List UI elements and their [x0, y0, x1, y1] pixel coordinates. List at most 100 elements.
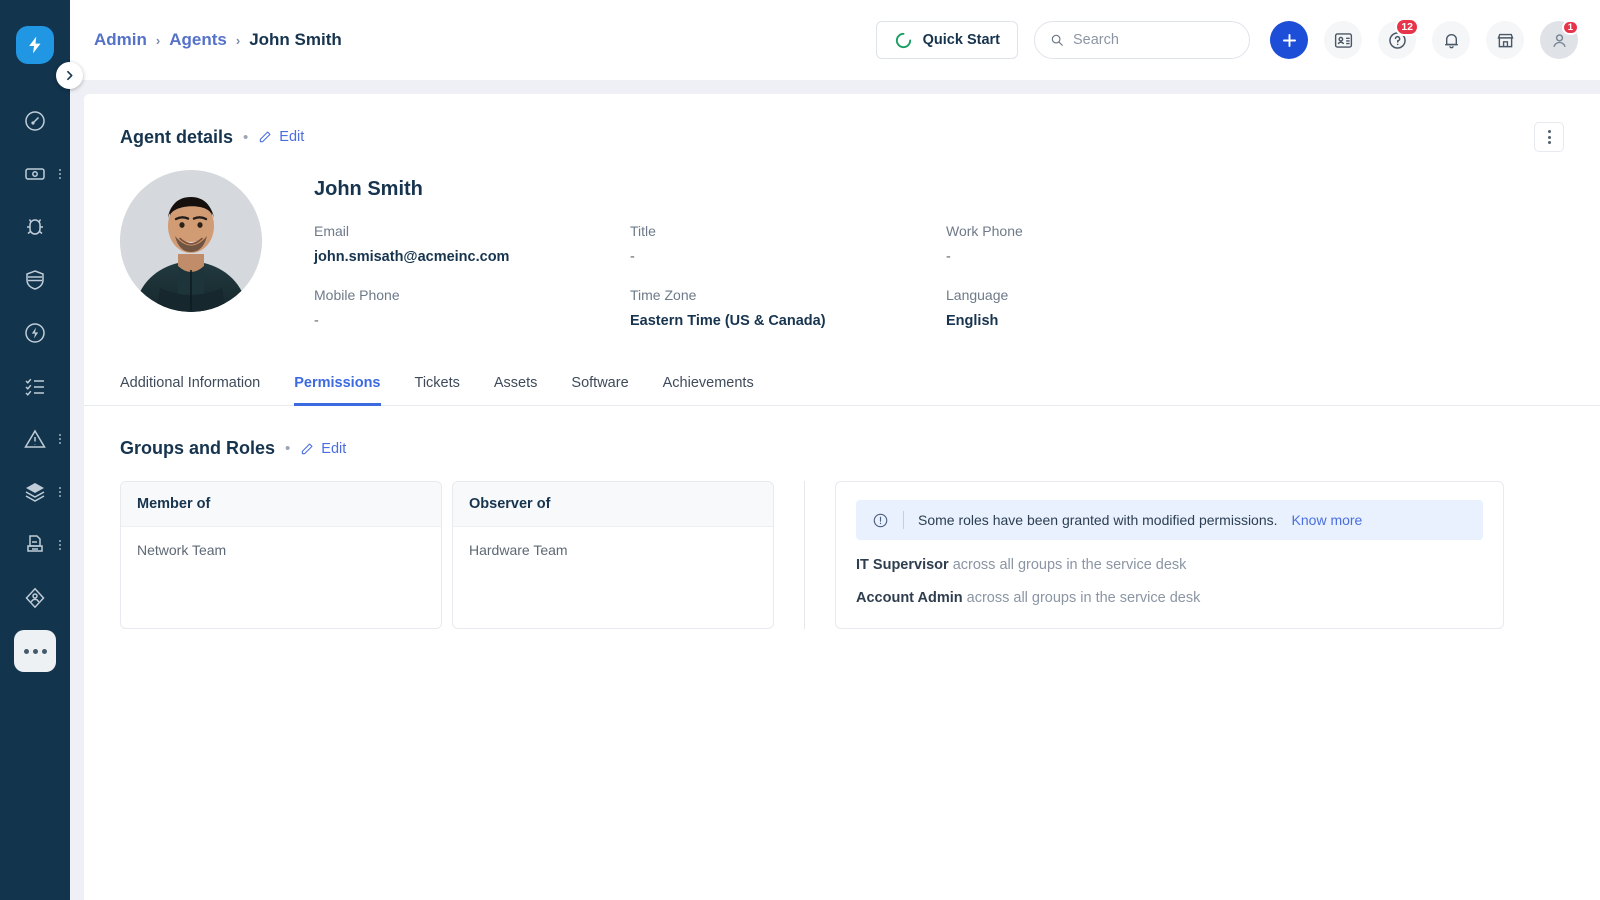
agent-details-card: Agent details • Edit John Smith Email jo…	[84, 94, 1600, 900]
notifications-button[interactable]	[1432, 21, 1470, 59]
breadcrumb: Admin › Agents › John Smith	[94, 30, 342, 50]
search-box[interactable]	[1034, 21, 1250, 59]
lightning-bolt-logo	[29, 36, 41, 54]
field-label: Email	[314, 223, 350, 239]
edit-label: Edit	[279, 129, 305, 145]
member-of-card: Member of Network Team	[120, 481, 442, 629]
sidebar-overflow-contracts[interactable]	[59, 539, 61, 550]
bolt-circle-icon	[25, 322, 45, 343]
field-language: Language English	[946, 287, 1564, 329]
sidebar-item-automation[interactable]	[0, 571, 70, 624]
sidebar-item-tasks[interactable]	[0, 359, 70, 412]
list-item: Hardware Team	[469, 542, 568, 558]
quick-start-label: Quick Start	[922, 32, 1000, 48]
modified-permissions-banner: Some roles have been granted with modifi…	[856, 500, 1483, 540]
avatar-photo	[120, 170, 262, 312]
breadcrumb-separator: ›	[235, 32, 241, 48]
groups-and-roles-header: Groups and Roles • Edit	[84, 406, 1600, 459]
sidebar-item-incidents[interactable]	[0, 412, 70, 465]
bell-icon	[1444, 33, 1458, 48]
app-logo[interactable]	[16, 26, 54, 64]
panel-divider	[804, 481, 805, 629]
quick-start-button[interactable]: Quick Start	[875, 21, 1018, 59]
top-bar: Admin › Agents › John Smith Quick Start	[70, 0, 1600, 80]
role-row: IT Supervisor across all groups in the s…	[856, 557, 1483, 573]
title-separator: •	[243, 128, 249, 146]
sidebar-item-dashboard[interactable]	[0, 94, 70, 147]
tab-tickets[interactable]: Tickets	[415, 362, 460, 406]
detail-tabs: Additional Information Permissions Ticke…	[84, 361, 1600, 406]
left-sidebar	[0, 0, 83, 900]
sidebar-item-tickets[interactable]	[0, 147, 70, 200]
marketplace-button[interactable]	[1486, 21, 1524, 59]
contacts-button[interactable]	[1324, 21, 1362, 59]
agent-info: John Smith Email john.smisath@acmeinc.co…	[262, 170, 1564, 329]
layers-icon	[25, 482, 45, 502]
sidebar-expand-button[interactable]	[56, 62, 83, 89]
observer-of-card: Observer of Hardware Team	[452, 481, 774, 629]
field-value: john.smisath@acmeinc.com	[314, 249, 510, 265]
edit-groups-and-roles-button[interactable]: Edit	[300, 441, 346, 457]
tab-achievements[interactable]: Achievements	[663, 362, 754, 406]
help-button[interactable]: 12	[1378, 18, 1419, 59]
field-label: Mobile Phone	[314, 287, 400, 303]
field-label: Time Zone	[630, 287, 697, 303]
tab-additional-information[interactable]: Additional Information	[120, 362, 260, 406]
role-scope: across all groups in the service desk	[966, 590, 1201, 606]
know-more-link[interactable]: Know more	[1292, 512, 1363, 528]
help-badge: 12	[1395, 18, 1419, 36]
member-of-header: Member of	[121, 482, 441, 527]
sidebar-overflow-assets[interactable]	[59, 486, 61, 497]
sidebar-overflow-incidents[interactable]	[59, 433, 61, 444]
title-separator: •	[285, 440, 291, 457]
add-new-button[interactable]	[1270, 21, 1308, 59]
sidebar-item-releases[interactable]	[0, 306, 70, 359]
field-label: Title	[630, 223, 656, 239]
tab-software[interactable]: Software	[571, 362, 628, 406]
warning-triangle-icon	[24, 429, 46, 448]
field-value: Eastern Time (US & Canada)	[630, 313, 826, 329]
workflow-node-icon	[25, 587, 45, 608]
field-mobile-phone: Mobile Phone -	[314, 287, 630, 329]
breadcrumb-item-admin[interactable]: Admin	[94, 30, 147, 50]
sidebar-item-assets[interactable]	[0, 465, 70, 518]
banner-text: Some roles have been granted with modifi…	[918, 512, 1278, 528]
breadcrumb-item-agents[interactable]: Agents	[169, 30, 227, 50]
app-root: Admin › Agents › John Smith Quick Start	[0, 0, 1600, 900]
breadcrumb-separator: ›	[155, 32, 161, 48]
pencil-icon	[260, 131, 271, 143]
agent-avatar	[120, 170, 262, 312]
field-value: -	[630, 249, 635, 265]
sidebar-item-changes[interactable]	[0, 253, 70, 306]
agent-profile: John Smith Email john.smisath@acmeinc.co…	[84, 152, 1600, 329]
search-input[interactable]	[1073, 32, 1234, 48]
checklist-icon	[25, 378, 44, 396]
sidebar-overflow-tickets[interactable]	[59, 168, 61, 179]
sidebar-item-contracts[interactable]	[0, 518, 70, 571]
user-avatar-button[interactable]: 1	[1540, 20, 1579, 59]
document-printer-icon	[27, 534, 43, 552]
spinner-circle-icon	[895, 32, 911, 48]
tab-permissions[interactable]: Permissions	[294, 362, 381, 406]
role-scope: across all groups in the service desk	[952, 557, 1187, 573]
info-circle-icon	[873, 513, 888, 527]
agent-name: John Smith	[314, 178, 423, 200]
sidebar-item-more[interactable]	[14, 630, 56, 672]
edit-agent-details-button[interactable]: Edit	[258, 129, 304, 145]
field-label: Work Phone	[946, 223, 1023, 239]
observer-of-header: Observer of	[453, 482, 773, 527]
more-horizontal-icon	[23, 648, 47, 654]
plus-icon	[1282, 33, 1296, 47]
sidebar-item-problems[interactable]	[0, 200, 70, 253]
content-area: Agent details • Edit John Smith Email jo…	[70, 80, 1600, 900]
avatar-badge: 1	[1561, 20, 1579, 35]
dashboard-gauge-icon	[25, 110, 45, 131]
agent-details-header: Agent details • Edit	[84, 94, 1600, 152]
agent-details-more-button[interactable]	[1534, 122, 1564, 152]
page-title: Agent details	[120, 126, 234, 147]
chevron-right-icon	[67, 70, 73, 81]
marketplace-store-icon	[1496, 33, 1514, 47]
banner-divider	[903, 511, 904, 529]
main-column: Admin › Agents › John Smith Quick Start	[70, 0, 1600, 900]
tab-assets[interactable]: Assets	[494, 362, 538, 406]
